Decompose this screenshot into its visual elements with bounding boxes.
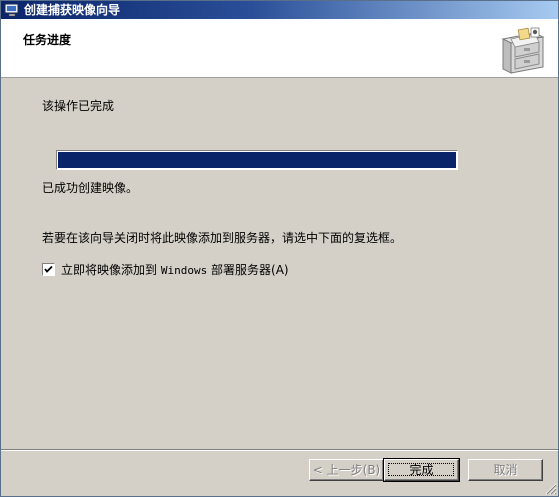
resize-grip-icon[interactable] (545, 483, 557, 495)
file-cabinet-icon (501, 27, 545, 74)
back-button[interactable]: < 上一步(B) (309, 459, 384, 481)
finish-button[interactable]: 完成 (383, 458, 460, 482)
add-to-server-label[interactable]: 立即将映像添加到 Windows 部署服务器(A) (61, 262, 289, 279)
add-to-server-checkbox[interactable] (42, 263, 55, 276)
window-title: 创建捕获映像向导 (24, 3, 121, 17)
success-message: 已成功创建映像。 (42, 181, 139, 195)
wizard-window: 创建捕获映像向导 任务进度 该操作已完成 已成功创建映像。 若要在该向导关闭时将… (0, 0, 559, 497)
progress-fill (58, 152, 456, 168)
wizard-window-icon (4, 3, 19, 17)
cancel-button[interactable]: 取消 (468, 459, 543, 481)
progress-bar (56, 150, 458, 170)
page-title: 任务进度 (23, 33, 72, 47)
wizard-header: 任务进度 (1, 19, 558, 78)
title-bar[interactable]: 创建捕获映像向导 (1, 1, 558, 19)
instruction-text: 若要在该向导关闭时将此映像添加到服务器，请选中下面的复选框。 (42, 231, 403, 245)
checkmark-icon (44, 265, 53, 273)
status-label: 该操作已完成 (42, 99, 115, 113)
footer-divider (1, 449, 558, 451)
